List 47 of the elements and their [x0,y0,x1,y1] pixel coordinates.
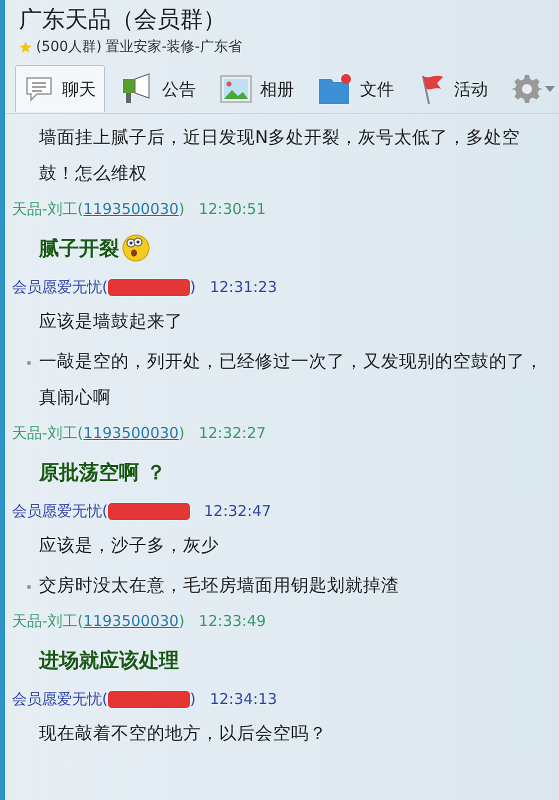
message-text: 应该是墙鼓起来了 [39,312,183,332]
folder-icon [318,73,352,105]
paren: ( [77,611,84,632]
message-text: 进场就应该处理 [39,647,179,674]
tab[interactable]: 聊天 [15,65,105,112]
sender-name: 天品-刘工 [12,423,78,444]
paren: ) [178,611,185,632]
sender-name: 天品-刘工 [12,199,78,220]
message-text: 腻子开裂 [39,235,119,262]
group-category: 置业安家-装修-广东省 [106,38,242,56]
message-time: 12:31:23 [210,277,278,298]
message-text: 交房时没太在意，毛坯房墙面用钥匙划就掉渣 [39,576,399,596]
message-text: 应该是，沙子多，灰少 [39,536,219,556]
paren: ( [77,199,84,220]
paren: ( [102,501,108,522]
sender-name: 会员愿爱无忧 [12,689,102,710]
settings-icon[interactable] [511,72,543,104]
member-count: (500人群) [36,38,102,56]
message-text: 一敲是空的，列开处，已经修过一次了，又发现别的空鼓的了，真闹心啊 [39,352,543,408]
sender-id-link[interactable]: 1193500030 [83,196,179,222]
paren: ( [102,689,108,710]
paren: ( [102,277,108,298]
message-time: 12:30:51 [198,199,266,220]
caret-icon[interactable] [545,86,555,92]
tab[interactable]: 文件 [309,64,403,113]
sender-name: 天品-刘工 [12,611,78,632]
message-time: 12:32:27 [198,423,266,444]
tab[interactable]: 活动 [409,64,497,113]
sender-id-link[interactable]: 1193500030 [83,420,179,446]
message-text: 墙面挂上腻子后，近日发现N多处开裂，灰号太低了，多处空鼓！怎么维权 [39,128,520,184]
message-time: 12:34:13 [210,689,278,710]
message-time: 12:32:47 [204,501,272,522]
paren: ) [178,199,185,220]
tab[interactable]: 相册 [211,66,303,111]
paren: ) [190,277,196,298]
photo-icon [220,75,252,103]
sender-name: 会员愿爱无忧 [12,501,102,522]
paren: ( [77,423,84,444]
sender-id-link[interactable]: 1193500030 [83,608,179,634]
message-time: 12:33:49 [198,611,266,632]
tab[interactable]: 公告 [111,64,205,113]
paren: ) [190,689,196,710]
window-title: 广东天品（会员群） [19,6,227,35]
paren: ) [178,423,185,444]
sender-name: 会员愿爱无忧 [12,277,102,298]
message-text: 原批荡空啊 ？ [39,459,166,486]
message-text: 现在敲着不空的地方，以后会空吗？ [39,724,327,744]
